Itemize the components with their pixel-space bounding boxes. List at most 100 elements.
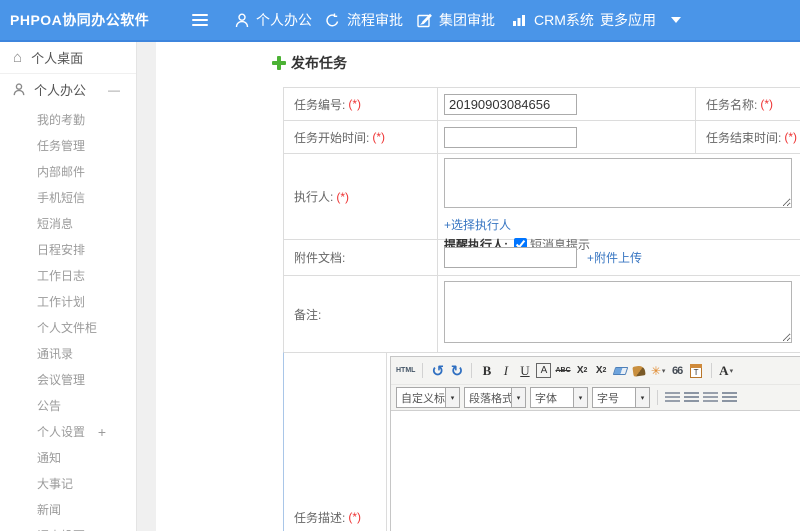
user-icon	[13, 83, 25, 96]
main-content: 发布任务 任务编号:(*) 任务名称:(*) 任务开始时间:(*)	[156, 42, 800, 531]
menu-toggle-button[interactable]	[192, 14, 208, 26]
choose-executor-link[interactable]: +选择执行人	[444, 218, 511, 232]
sidebar-item-label: 个人设置	[37, 425, 86, 439]
attachment-upload-link[interactable]: +附件上传	[587, 249, 642, 266]
sidebar-item-big-events[interactable]: 大事记	[0, 471, 136, 497]
editor-toolbar-row1: HTML ↺ ↻ B I U A ABC X2 X2 ✳ ▾ 66 T A ▾	[391, 357, 800, 384]
chevron-down-icon: ▾	[661, 367, 666, 375]
clear-html-button[interactable]	[632, 361, 647, 380]
sidebar-item-label: 个人桌面	[31, 51, 84, 66]
sidebar-item-survey[interactable]: 调查投票	[0, 523, 136, 531]
sidebar-item-news[interactable]: 新闻	[0, 497, 136, 523]
task-number-input[interactable]	[444, 93, 577, 115]
brush-icon	[632, 364, 646, 377]
chevron-down-icon: ▾	[511, 388, 525, 407]
redo-button[interactable]: ↻	[449, 361, 464, 380]
description-label: 任务描述: (*)	[284, 353, 387, 531]
sidebar-item-contacts[interactable]: 通讯录	[0, 341, 136, 367]
align-right-button[interactable]	[703, 392, 718, 403]
sidebar-item-schedule[interactable]: 日程安排	[0, 237, 136, 263]
nav-personal-office[interactable]: 个人办公	[235, 0, 312, 40]
bold-button[interactable]: B	[479, 361, 494, 380]
undo-button[interactable]: ↺	[430, 361, 445, 380]
user-icon	[235, 12, 249, 27]
superscript-button[interactable]: X2	[575, 361, 590, 380]
sidebar-item-sms[interactable]: 手机短信	[0, 185, 136, 211]
attachment-label: 附件文档:	[284, 240, 438, 275]
italic-button[interactable]: I	[498, 361, 513, 380]
nav-label: CRM系统	[534, 12, 594, 28]
custom-title-select[interactable]: 自定义标题 ▾	[396, 387, 460, 408]
toolbar-separator	[710, 363, 712, 378]
chevron-down-icon: ▾	[573, 388, 587, 407]
process-cycle-icon	[326, 13, 339, 26]
underline-button[interactable]: U	[517, 361, 532, 380]
remark-textarea[interactable]	[444, 281, 792, 343]
form-row-start-time: 任务开始时间: (*) 任务结束时间: (*)	[283, 120, 800, 153]
sidebar-item-meeting[interactable]: 会议管理	[0, 367, 136, 393]
sidebar-item-file-cabinet[interactable]: 个人文件柜	[0, 315, 136, 341]
sidebar-item-notice[interactable]: 通知	[0, 445, 136, 471]
paragraph-format-select[interactable]: 段落格式 ▾	[464, 387, 526, 408]
expand-plus-icon[interactable]: +	[98, 419, 106, 445]
start-time-input[interactable]	[444, 126, 577, 148]
home-icon: ⌂	[13, 49, 23, 66]
collapse-minus-icon[interactable]: —	[108, 83, 120, 97]
toolbar-separator	[422, 363, 424, 378]
toolbar-separator	[657, 390, 658, 405]
strikethrough-button[interactable]: ABC	[555, 361, 570, 380]
chevron-down-icon: ▾	[635, 388, 649, 407]
source-code-button[interactable]: HTML	[396, 361, 415, 380]
sidebar-item-personal-office[interactable]: 个人办公 —	[0, 74, 136, 105]
sidebar-item-work-log[interactable]: 工作日志	[0, 263, 136, 289]
clipboard-icon: T	[690, 363, 703, 378]
sidebar: ⌂ 个人桌面 个人办公 — 我的考勤 任务管理 内部邮件 手机短信 短消息 日程…	[0, 42, 137, 531]
sidebar-item-desktop[interactable]: ⌂ 个人桌面	[0, 42, 136, 74]
app-logo: PHPOA协同办公软件	[10, 12, 150, 28]
editor-toolbar-row2: 自定义标题 ▾ 段落格式 ▾ 字体 ▾	[391, 384, 800, 411]
align-center-button[interactable]	[684, 392, 699, 403]
sidebar-item-work-plan[interactable]: 工作计划	[0, 289, 136, 315]
sidebar-gutter	[137, 42, 156, 531]
sidebar-item-short-message[interactable]: 短消息	[0, 211, 136, 237]
nav-label: 集团审批	[439, 12, 495, 28]
nav-label: 更多应用	[600, 12, 656, 28]
align-justify-button[interactable]	[722, 392, 737, 403]
nav-crm-system[interactable]: CRM系统	[512, 0, 594, 40]
executor-label: 执行人: (*)	[284, 154, 438, 239]
nav-process-approval[interactable]: 流程审批	[325, 0, 403, 40]
editor-content-area[interactable]	[391, 411, 800, 531]
sidebar-item-internal-mail[interactable]: 内部邮件	[0, 159, 136, 185]
font-color-button[interactable]: A ▾	[719, 361, 734, 380]
form-row-attachment: 附件文档: +附件上传	[283, 239, 800, 275]
executor-textarea[interactable]	[444, 158, 792, 208]
sidebar-item-attendance[interactable]: 我的考勤	[0, 107, 136, 133]
font-size-select[interactable]: 字号 ▾	[592, 387, 650, 408]
paste-as-text-button[interactable]: T	[689, 361, 704, 380]
page-title-text: 发布任务	[291, 55, 347, 71]
quick-format-button[interactable]: ✳ ▾	[651, 361, 666, 380]
subscript-button[interactable]: X2	[594, 361, 609, 380]
sidebar-item-personal-settings[interactable]: 个人设置 +	[0, 419, 136, 445]
task-number-label: 任务编号: (*)	[284, 88, 438, 120]
sidebar-item-announcement[interactable]: 公告	[0, 393, 136, 419]
phpoa-app: PHPOA协同办公软件 个人办公 流程审批 集团审批 CRM系统 更多应用 ⌂ …	[0, 0, 800, 531]
add-task-icon	[272, 56, 286, 70]
sidebar-item-task-management[interactable]: 任务管理	[0, 133, 136, 159]
form-row-remark: 备注:	[283, 275, 800, 352]
task-name-label: 任务名称: (*)	[706, 97, 774, 112]
sidebar-submenu: 我的考勤 任务管理 内部邮件 手机短信 短消息 日程安排 工作日志 工作计划 个…	[0, 105, 136, 531]
edit-square-icon	[417, 13, 432, 27]
blockquote-button[interactable]: 66	[670, 361, 685, 380]
nav-more-apps[interactable]: 更多应用	[600, 0, 681, 40]
attachment-input[interactable]	[444, 247, 577, 268]
top-header-bar: PHPOA协同办公软件 个人办公 流程审批 集团审批 CRM系统 更多应用	[0, 0, 800, 42]
nav-group-approval[interactable]: 集团审批	[417, 0, 495, 40]
rich-text-editor: HTML ↺ ↻ B I U A ABC X2 X2 ✳ ▾ 66 T A ▾ …	[390, 356, 800, 531]
font-family-select[interactable]: 字体 ▾	[530, 387, 588, 408]
remove-format-button[interactable]	[612, 361, 628, 380]
toolbar-separator	[471, 363, 473, 378]
start-time-label: 任务开始时间: (*)	[284, 121, 438, 153]
align-left-button[interactable]	[665, 392, 680, 403]
text-style-button[interactable]: A	[536, 363, 552, 378]
